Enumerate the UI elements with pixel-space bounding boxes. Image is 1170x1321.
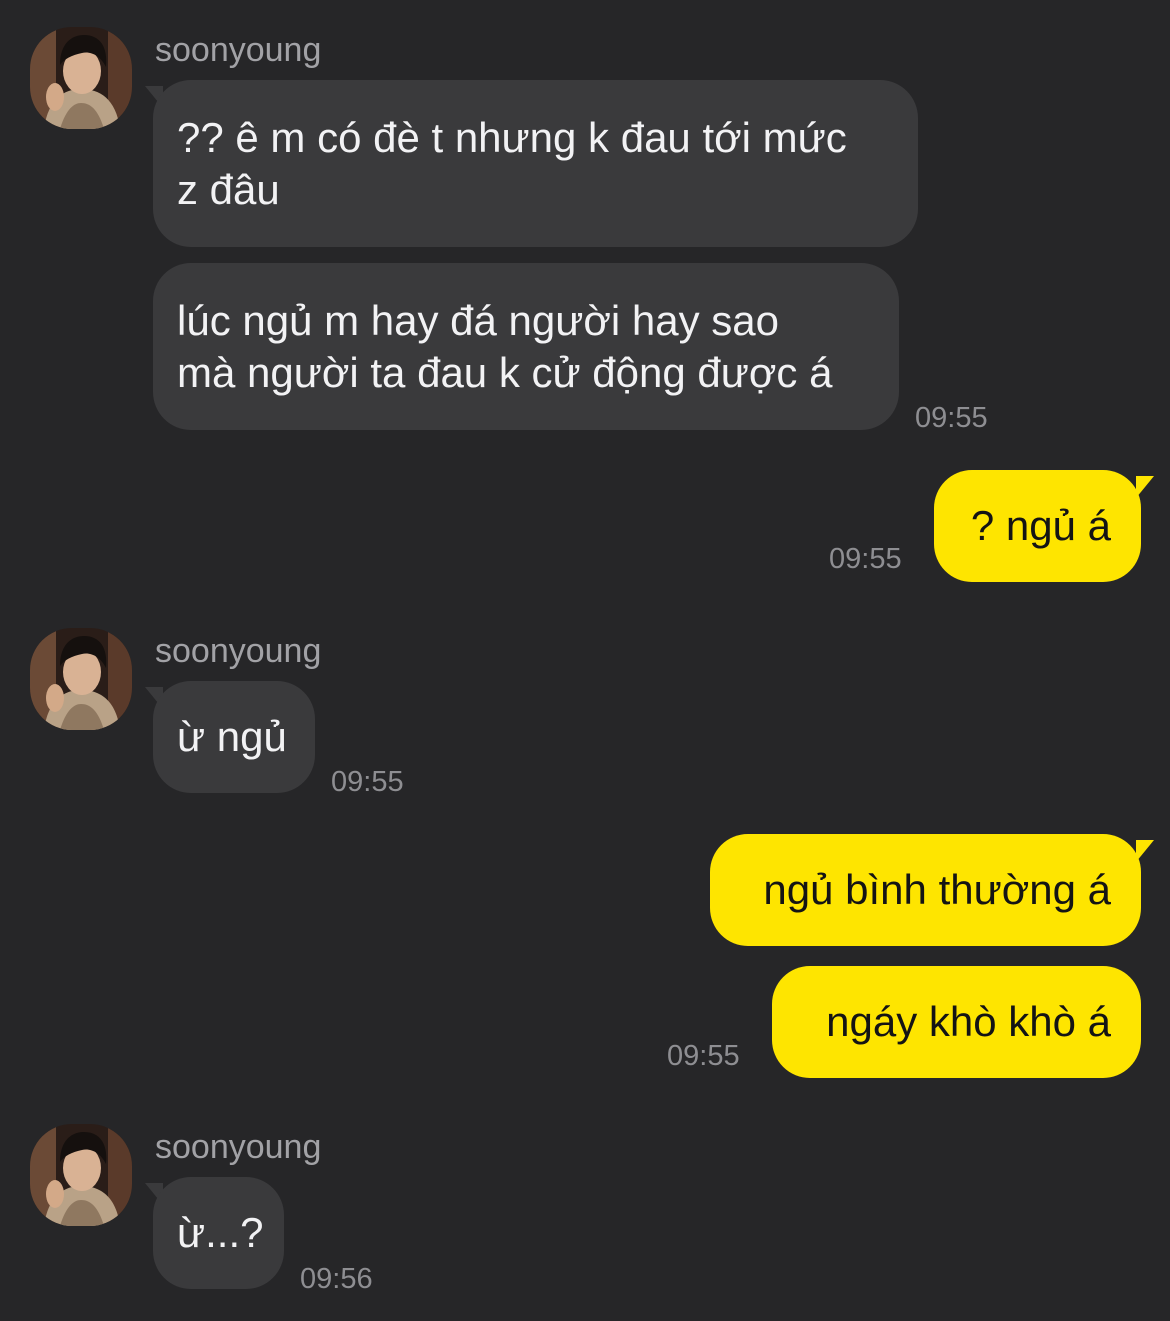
message-text: ừ ngủ bbox=[177, 713, 287, 760]
contact-avatar[interactable] bbox=[30, 628, 132, 730]
message-timestamp: 09:55 bbox=[829, 543, 902, 575]
message-timestamp: 09:56 bbox=[300, 1263, 373, 1295]
message-text: ?? ê m có đè t nhưng k đau tới mức bbox=[177, 114, 847, 161]
sender-name: soonyoung bbox=[155, 632, 322, 670]
message-bubble-outgoing[interactable]: ? ngủ á bbox=[934, 470, 1141, 582]
sender-name: soonyoung bbox=[155, 1128, 322, 1166]
message-text: ừ...? bbox=[177, 1209, 264, 1256]
profile-photo-avatar-icon bbox=[30, 1124, 132, 1226]
message-bubble-outgoing[interactable]: ngáy khò khò á bbox=[772, 966, 1141, 1078]
message-text: lúc ngủ m hay đá người hay sao bbox=[177, 297, 780, 344]
profile-photo-avatar-icon bbox=[30, 628, 132, 730]
message-text: mà người ta đau k cử động được á bbox=[177, 349, 833, 396]
contact-avatar[interactable] bbox=[30, 1124, 132, 1226]
message-bubble-incoming[interactable]: ?? ê m có đè t nhưng k đau tới mức z đâu bbox=[153, 80, 918, 247]
message-bubble-incoming[interactable]: lúc ngủ m hay đá người hay sao mà người … bbox=[153, 263, 899, 430]
chat-thread: soonyoung ?? ê m có đè t nhưng k đau tới… bbox=[0, 0, 1170, 1321]
profile-photo-avatar-icon bbox=[30, 27, 132, 129]
message-bubble-outgoing[interactable]: ngủ bình thường á bbox=[710, 834, 1141, 946]
message-text: ? ngủ á bbox=[970, 502, 1111, 549]
message-text: z đâu bbox=[177, 166, 280, 213]
message-bubble-incoming[interactable]: ừ ngủ bbox=[153, 681, 315, 793]
message-text: ngủ bình thường á bbox=[763, 866, 1111, 913]
message-timestamp: 09:55 bbox=[915, 402, 988, 434]
message-timestamp: 09:55 bbox=[667, 1040, 740, 1072]
message-timestamp: 09:55 bbox=[331, 766, 404, 798]
message-bubble-incoming[interactable]: ừ...? bbox=[153, 1177, 284, 1289]
message-text: ngáy khò khò á bbox=[826, 998, 1111, 1045]
sender-name: soonyoung bbox=[155, 31, 322, 69]
contact-avatar[interactable] bbox=[30, 27, 132, 129]
